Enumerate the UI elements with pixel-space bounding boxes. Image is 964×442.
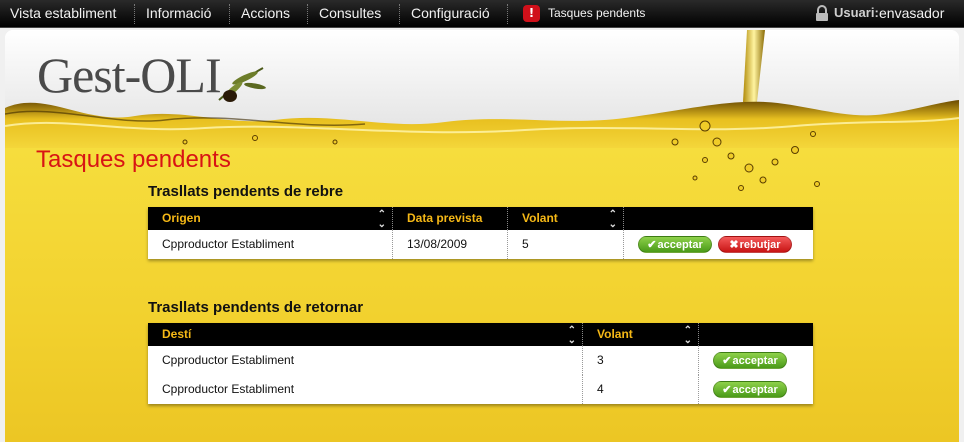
sort-icon[interactable]: ⌃ ⌄ (609, 210, 617, 230)
table-receive: Origen ⌃ ⌄ Data prevista Volant ⌃ ⌄ Cpprod… (148, 207, 813, 259)
nav-consultes[interactable]: Consultes (319, 0, 381, 28)
alert-icon[interactable]: ! (523, 5, 540, 22)
column-origen[interactable]: Origen ⌃ ⌄ (148, 207, 392, 230)
olive-branch-icon (218, 67, 266, 102)
cell-origen: Cpproductor Establiment (162, 237, 295, 251)
cell-volant: 3 (597, 353, 604, 367)
table-header: Destí ⌃ ⌄ Volant ⌃ ⌄ (148, 323, 813, 346)
top-nav-bar: Vista establiment Informació Accions Con… (0, 0, 964, 28)
table-row: Cpproductor Establiment 4 ✔acceptar (148, 375, 813, 404)
column-desti[interactable]: Destí ⌃ ⌄ (148, 323, 582, 346)
nav-accions[interactable]: Accions (241, 0, 290, 28)
cell-desti: Cpproductor Establiment (162, 382, 295, 396)
cell-desti: Cpproductor Establiment (162, 353, 295, 367)
sort-icon[interactable]: ⌃ ⌄ (568, 326, 576, 346)
section-title-return: Trasllats pendents de retornar (148, 299, 364, 316)
cell-divider (698, 346, 699, 375)
nav-vista-establiment[interactable]: Vista establiment (10, 0, 116, 28)
nav-separator (229, 4, 230, 24)
page-title: Tasques pendents (36, 146, 231, 173)
lock-icon (816, 5, 828, 21)
reject-button[interactable]: ✖rebutjar (718, 236, 792, 253)
user-name: envasador (879, 5, 945, 21)
column-volant[interactable]: Volant ⌃ ⌄ (508, 207, 623, 230)
cell-divider (698, 375, 699, 404)
cell-data-prevista: 13/08/2009 (407, 237, 468, 251)
table-row: Cpproductor Establiment 13/08/2009 5 ✔ac… (148, 230, 813, 259)
nav-separator (307, 4, 308, 24)
accept-button[interactable]: ✔acceptar (713, 381, 787, 398)
sort-icon[interactable]: ⌃ ⌄ (378, 210, 386, 230)
cell-volant: 4 (597, 382, 604, 396)
cell-divider (623, 230, 624, 259)
table-row: Cpproductor Establiment 3 ✔acceptar (148, 346, 813, 375)
nav-informacio[interactable]: Informació (146, 0, 211, 28)
accept-button[interactable]: ✔acceptar (713, 352, 787, 369)
cross-icon: ✖ (729, 239, 739, 251)
nav-separator (507, 4, 508, 24)
table-return: Destí ⌃ ⌄ Volant ⌃ ⌄ Cpproductor Establime… (148, 323, 813, 404)
nav-separator (399, 4, 400, 24)
check-icon: ✔ (647, 239, 657, 251)
nav-tasques-pendents[interactable]: Tasques pendents (548, 0, 645, 28)
column-volant[interactable]: Volant ⌃ ⌄ (583, 323, 698, 346)
cell-volant: 5 (522, 237, 529, 251)
check-icon: ✔ (722, 384, 732, 396)
nav-configuracio[interactable]: Configuració (411, 0, 490, 28)
column-divider (623, 207, 624, 230)
check-icon: ✔ (722, 355, 732, 367)
column-data-prevista[interactable]: Data prevista (393, 207, 508, 230)
sort-icon[interactable]: ⌃ ⌄ (684, 326, 692, 346)
app-logo[interactable]: Gest-OLI (37, 46, 222, 104)
accept-button[interactable]: ✔acceptar (638, 236, 712, 253)
user-label: Usuari: (834, 5, 879, 20)
nav-separator (134, 4, 135, 24)
section-title-receive: Trasllats pendents de rebre (148, 183, 344, 200)
table-header: Origen ⌃ ⌄ Data prevista Volant ⌃ ⌄ (148, 207, 813, 230)
column-divider (698, 323, 699, 346)
